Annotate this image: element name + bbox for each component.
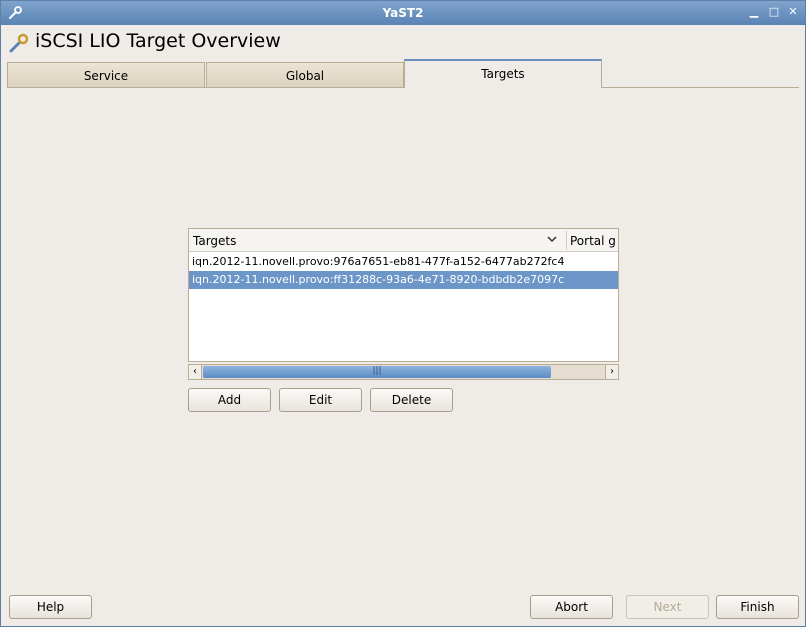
close-icon[interactable]: ✕ <box>786 5 800 19</box>
wrench-icon <box>9 33 29 53</box>
column-header-targets[interactable]: Targets <box>193 234 236 248</box>
targets-table[interactable]: Targets Portal g iqn.2012-11.novell.prov… <box>188 228 619 362</box>
column-separator <box>566 231 567 250</box>
window-title: YaST2 <box>382 6 424 20</box>
target-iqn: iqn.2012-11.novell.provo:ff31288c-93a6-4… <box>192 273 565 286</box>
scroll-left-icon[interactable]: ‹ <box>189 365 202 379</box>
delete-button[interactable]: Delete <box>370 388 453 412</box>
finish-button[interactable]: Finish <box>716 595 799 619</box>
finish-button-label: Finish <box>740 600 775 614</box>
tab-divider-gap <box>405 87 601 88</box>
chevron-down-icon[interactable] <box>546 233 558 245</box>
tab-global[interactable]: Global <box>206 62 404 88</box>
tab-targets[interactable]: Targets <box>404 59 602 88</box>
next-button[interactable]: Next <box>626 595 709 619</box>
horizontal-scrollbar[interactable]: ‹ ||| › <box>188 364 619 380</box>
add-button-label: Add <box>217 393 242 407</box>
tab-service-label: Service <box>83 69 129 83</box>
abort-button-label: Abort <box>555 600 588 614</box>
column-header-portal-group[interactable]: Portal g <box>570 234 616 248</box>
abort-button[interactable]: Abort <box>530 595 613 619</box>
yast-window: YaST2 ▁ □ ✕ iSCSI LIO Target Overview Se… <box>0 0 806 627</box>
maximize-icon[interactable]: □ <box>767 5 781 19</box>
title-bar[interactable]: YaST2 ▁ □ ✕ <box>1 1 805 25</box>
page-title: iSCSI LIO Target Overview <box>35 30 281 52</box>
target-iqn: iqn.2012-11.novell.provo:976a7651-eb81-4… <box>192 255 565 268</box>
edit-button-label: Edit <box>308 393 333 407</box>
tab-divider <box>7 87 799 88</box>
minimize-icon[interactable]: ▁ <box>747 5 761 19</box>
scroll-right-icon[interactable]: › <box>605 365 618 379</box>
help-button[interactable]: Help <box>9 595 92 619</box>
delete-button-label: Delete <box>391 393 432 407</box>
table-row-selected[interactable]: iqn.2012-11.novell.provo:ff31288c-93a6-4… <box>189 271 618 289</box>
table-row[interactable]: iqn.2012-11.novell.provo:976a7651-eb81-4… <box>189 253 618 271</box>
add-button[interactable]: Add <box>188 388 271 412</box>
edit-button[interactable]: Edit <box>279 388 362 412</box>
tab-targets-label: Targets <box>481 67 525 81</box>
scrollbar-thumb[interactable]: ||| <box>203 366 551 378</box>
help-button-label: Help <box>36 600 65 614</box>
table-header: Targets Portal g <box>189 229 618 252</box>
tab-global-label: Global <box>285 69 325 83</box>
tab-bar: Service Global Targets <box>7 59 799 88</box>
next-button-label: Next <box>653 600 682 614</box>
tab-service[interactable]: Service <box>7 62 205 88</box>
